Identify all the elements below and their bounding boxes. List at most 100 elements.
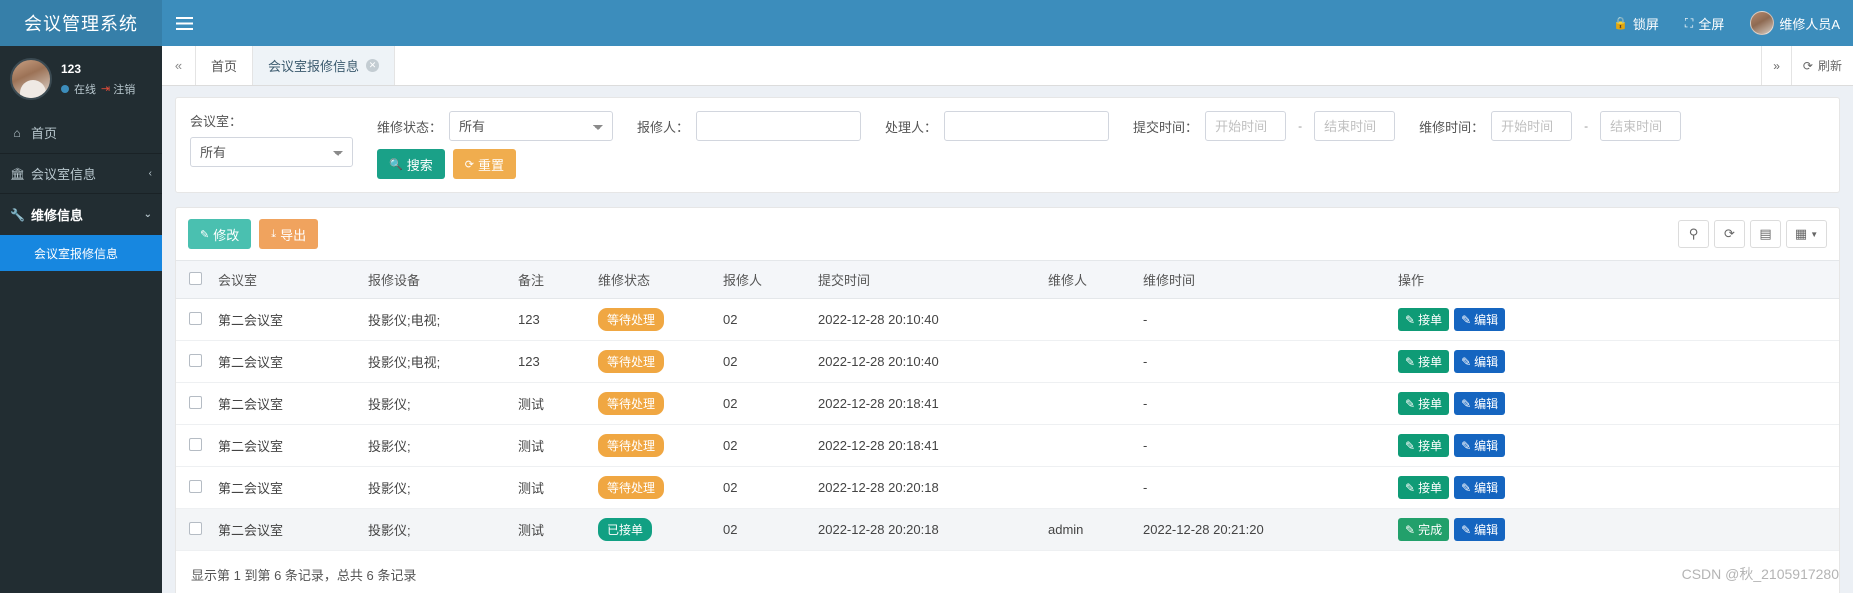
column-header-room[interactable]: 会议室 (210, 260, 360, 299)
cell-note: 测试 (510, 424, 590, 467)
chevron-down-icon: ⌄ (143, 209, 152, 220)
sidebar-user-name: 123 (61, 61, 82, 76)
column-header-repair-time[interactable]: 维修时间 (1135, 260, 1390, 299)
sidebar-subitem-label: 会议室报修信息 (34, 246, 119, 261)
column-header-submit-time[interactable]: 提交时间 (810, 260, 1040, 299)
refresh-icon: ⟳ (1802, 58, 1813, 73)
edit-icon: ✎ (1461, 312, 1472, 327)
user-menu[interactable]: 维修人员A (1737, 0, 1853, 46)
status-badge: 等待处理 (598, 392, 665, 415)
accept-action-button[interactable]: ✎ 接单 (1398, 308, 1450, 331)
cell-status: 等待处理 (590, 424, 715, 467)
table-body: 第二会议室 投影仪;电视; 123 等待处理 02 2022-12-28 20:10:40… (176, 298, 1839, 551)
columns-glyph: ▦ (1794, 226, 1808, 241)
column-header-status[interactable]: 维修状态 (590, 260, 715, 299)
action-button-label: 编辑 (1474, 355, 1499, 369)
cell-repairer: admin (1040, 508, 1135, 551)
cell-note: 123 (510, 340, 590, 383)
close-icon[interactable]: ✕ (366, 59, 380, 72)
row-select-cell[interactable] (176, 508, 210, 551)
tab-home[interactable]: 首页 (196, 46, 254, 85)
refresh-tab-button[interactable]: ⟳ 刷新 (1790, 46, 1853, 85)
reset-button[interactable]: ⟳ 重置 (452, 149, 516, 179)
action-button-group: ✎ 接单 ✎ 编辑 (1398, 350, 1831, 373)
sidebar-item-home[interactable]: ⌂ 首页 (0, 112, 162, 153)
row-select-cell[interactable] (176, 466, 210, 509)
fullscreen-label: 全屏 (1698, 16, 1725, 32)
table-row[interactable]: 第二会议室 投影仪;电视; 123 等待处理 02 2022-12-28 20:10:40… (176, 340, 1839, 383)
edit-action-button[interactable]: ✎ 编辑 (1454, 392, 1506, 415)
hamburger-icon[interactable] (162, 0, 206, 46)
submit-time-start-input[interactable] (1205, 111, 1287, 141)
accept-action-button[interactable]: ✎ 接单 (1398, 476, 1450, 499)
cell-submit-time: 2022-12-28 20:18:41 (810, 382, 1040, 425)
row-checkbox[interactable] (189, 521, 202, 535)
submit-time-end-input[interactable] (1314, 111, 1396, 141)
double-chevron-left-icon[interactable]: « (162, 46, 196, 85)
edit-action-button[interactable]: ✎ 编辑 (1454, 518, 1506, 541)
repair-time-start-input[interactable] (1491, 111, 1573, 141)
tab-room-repair-info[interactable]: 会议室报修信息 ✕ (253, 46, 396, 85)
accept-action-button[interactable]: ✎ 接单 (1398, 392, 1450, 415)
row-checkbox[interactable] (189, 311, 202, 325)
table-row[interactable]: 第二会议室 投影仪; 测试 等待处理 02 2022-12-28 20:20:18- ✎ 接单… (176, 466, 1839, 509)
table-footer: 显示第 1 到第 6 条记录，总共 6 条记录 (191, 568, 417, 583)
avatar (10, 58, 52, 100)
status-badge: 等待处理 (598, 476, 665, 499)
search-button[interactable]: 🔍 搜索 (377, 149, 445, 179)
column-header-reporter[interactable]: 报修人 (715, 260, 810, 299)
column-header-repairer[interactable]: 维修人 (1040, 260, 1135, 299)
reporter-input[interactable] (696, 111, 862, 141)
row-select-cell[interactable] (176, 340, 210, 383)
filter-status-group: 维修状态： 所有 🔍 搜索 ⟳ 重置 (377, 111, 614, 179)
edit-action-button[interactable]: ✎ 编辑 (1454, 434, 1506, 457)
row-checkbox[interactable] (189, 437, 202, 451)
repair-time-end-input[interactable] (1600, 111, 1682, 141)
top-navbar: 🔒 锁屏 ⛶ 全屏 维修人员A (162, 0, 1853, 46)
handler-input[interactable] (944, 111, 1110, 141)
row-checkbox[interactable] (189, 395, 202, 409)
tab-strip: « 首页 会议室报修信息 ✕ » ⟳ 刷新 (162, 46, 1853, 86)
select-all-checkbox[interactable] (189, 271, 202, 285)
app-logo[interactable]: 会议管理系统 (0, 0, 162, 46)
refresh-icon[interactable]: ⟳ (1714, 220, 1745, 248)
sidebar-item-room-info[interactable]: 🏛 会议室信息 ‹ (0, 153, 162, 194)
room-select[interactable]: 所有 (190, 137, 353, 167)
status-select[interactable]: 所有 (449, 111, 614, 141)
double-chevron-right-icon[interactable]: » (1761, 46, 1791, 85)
row-select-cell[interactable] (176, 424, 210, 467)
column-header-actions[interactable]: 操作 (1390, 260, 1839, 299)
export-button[interactable]: ⤓ 导出 (259, 219, 319, 249)
table-row[interactable]: 第二会议室 投影仪;电视; 123 等待处理 02 2022-12-28 20:10:40… (176, 298, 1839, 341)
select-all-header[interactable] (176, 260, 210, 299)
row-checkbox[interactable] (189, 479, 202, 493)
accept-action-button[interactable]: ✎ 接单 (1398, 350, 1450, 373)
cell-actions: ✎ 接单 ✎ 编辑 (1390, 424, 1839, 467)
sidebar-user-status: 在线 ⇥ 注销 (61, 81, 135, 97)
edit-action-button[interactable]: ✎ 编辑 (1454, 476, 1506, 499)
edit-action-button[interactable]: ✎ 编辑 (1454, 350, 1506, 373)
toggle-view-icon[interactable]: ▤ (1750, 220, 1781, 248)
modify-button[interactable]: ✎ 修改 (188, 219, 252, 249)
accept-action-button[interactable]: ✎ 接单 (1398, 434, 1450, 457)
table-row[interactable]: 第二会议室 投影仪; 测试 等待处理 02 2022-12-28 20:18:41- ✎ 接单… (176, 382, 1839, 425)
table-row[interactable]: 第二会议室 投影仪; 测试 已接单 02 2022-12-28 20:20:18 admin… (176, 508, 1839, 551)
search-icon[interactable]: ⚲ (1678, 220, 1709, 248)
cell-reporter: 02 (715, 340, 810, 383)
sidebar-item-repair-info[interactable]: 🔧 维修信息 ⌄ (0, 194, 162, 235)
column-header-note[interactable]: 备注 (510, 260, 590, 299)
columns-icon[interactable]: ▦ ▼ (1786, 220, 1827, 248)
lock-screen-button[interactable]: 🔒 锁屏 (1600, 0, 1672, 46)
cell-repair-time: - (1135, 466, 1390, 509)
edit-action-button[interactable]: ✎ 编辑 (1454, 308, 1506, 331)
status-badge: 等待处理 (598, 308, 665, 331)
fullscreen-button[interactable]: ⛶ 全屏 (1672, 0, 1737, 46)
row-select-cell[interactable] (176, 382, 210, 425)
sidebar-item-room-repair-info[interactable]: 会议室报修信息 (0, 235, 162, 271)
logout-button[interactable]: ⇥ 注销 (101, 81, 135, 97)
column-header-equipment[interactable]: 报修设备 (360, 260, 510, 299)
row-checkbox[interactable] (189, 353, 202, 367)
row-select-cell[interactable] (176, 298, 210, 341)
table-row[interactable]: 第二会议室 投影仪; 测试 等待处理 02 2022-12-28 20:18:41- ✎ 接单… (176, 424, 1839, 467)
done-action-button[interactable]: ✎ 完成 (1398, 518, 1450, 541)
